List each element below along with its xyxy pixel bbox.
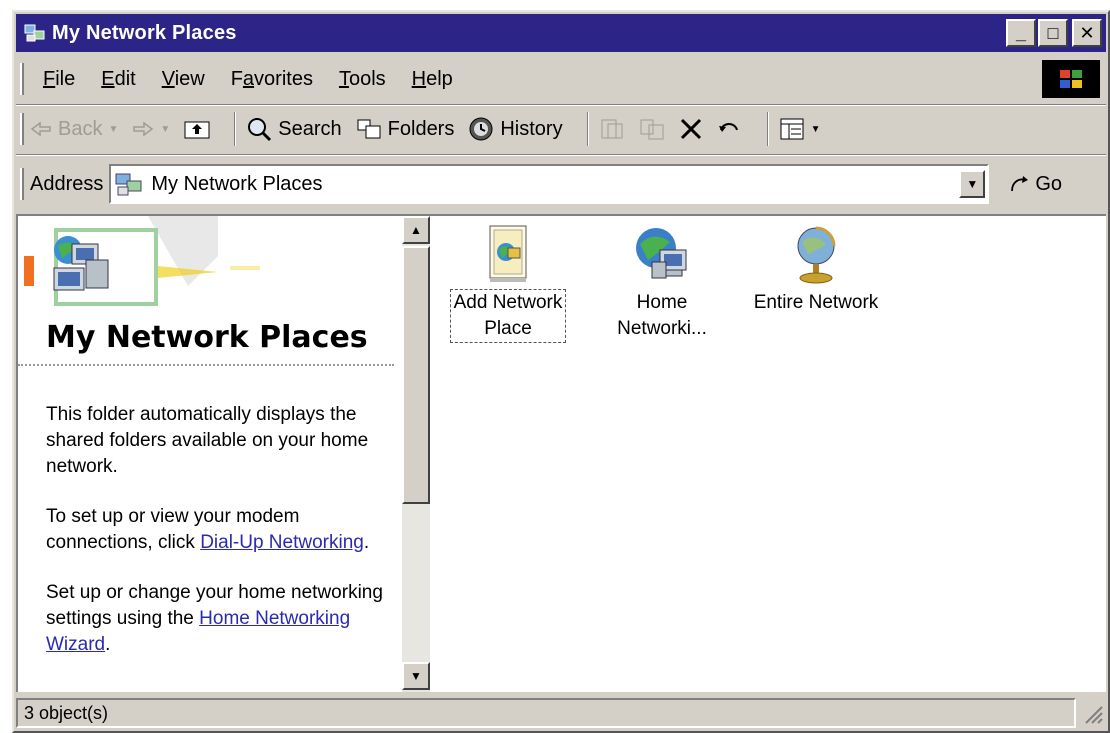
folders-icon [357,119,381,139]
item-label-line: Home [636,292,688,313]
home-networking-item[interactable]: Home Networki... [592,222,732,342]
move-to-button[interactable] [599,117,625,141]
entire-network-label: Entire Network [751,290,882,316]
address-separator [16,154,1106,156]
menu-tools[interactable]: Tools [339,68,386,91]
standard-toolbar: Back ▼ ▼ Search Folders History ▼ [16,106,1106,152]
status-cell: 3 object(s) [16,698,1076,728]
item-label-line: Place [484,318,532,339]
delete-x-icon [680,118,701,140]
item-label-line: Entire Network [753,292,879,313]
dial-up-networking-link[interactable]: Dial-Up Networking [200,532,364,553]
search-icon [248,118,272,142]
windows-flag-icon [1060,70,1082,88]
content-area: My Network Places This folder automatica… [16,214,1106,692]
copy-to-icon [640,119,664,140]
folders-button[interactable]: Folders [356,117,455,141]
toolbar-divider [234,112,237,146]
file-list-pane: Add Network Place Home Networki... Entir… [432,216,1106,692]
menu-grip[interactable] [20,63,24,95]
address-dropdown-button[interactable]: ▼ [959,170,986,198]
home-network-icon [636,228,687,279]
title-bar[interactable]: My Network Places _ □ ✕ [16,14,1106,52]
history-icon [469,117,493,141]
add-network-place-item[interactable]: Add Network Place [438,222,578,343]
pane-text-span: . [105,634,111,655]
back-button[interactable]: Back ▼ [30,118,118,141]
resize-grip-icon[interactable] [1080,701,1104,725]
menu-file[interactable]: File [43,68,75,91]
pane-text-span: . [363,532,370,553]
add-network-place-icon [489,225,527,282]
window-title: My Network Places [52,21,237,44]
undo-icon [718,123,738,132]
add-network-place-label: Add Network Place [449,289,567,343]
pane-paragraph: Set up or change your home networking se… [46,580,386,658]
back-label: Back [58,117,103,140]
go-label: Go [1035,172,1063,195]
explorer-window: My Network Places _ □ ✕ File Edit View F… [12,10,1110,733]
forward-button[interactable]: ▼ [132,121,170,137]
pane-description: This folder automatically displays the s… [46,402,386,682]
close-button[interactable]: ✕ [1072,19,1102,47]
go-button[interactable]: Go [1009,173,1062,196]
forward-dropdown-icon[interactable]: ▼ [160,124,170,135]
pane-paragraph: To set up or view your modem connections… [46,504,386,556]
back-arrow-icon [30,121,51,137]
item-label-line: Networki... [617,318,707,339]
status-text: 3 object(s) [24,702,109,723]
network-places-icon [115,173,142,196]
pane-divider [18,364,394,366]
undo-button[interactable] [717,118,743,140]
history-button[interactable]: History [468,116,563,142]
back-dropdown-icon[interactable]: ▼ [108,124,118,135]
toolbar-grip[interactable] [20,113,24,145]
scroll-thumb[interactable] [402,246,430,504]
views-button[interactable]: ▼ [779,117,821,141]
scroll-up-button[interactable]: ▲ [402,216,430,244]
menu-bar: File Edit View Favorites Tools Help [16,56,1106,102]
address-grip[interactable] [20,168,24,200]
address-field[interactable]: My Network Places ▼ [109,164,990,204]
move-to-icon [601,119,623,139]
entire-network-item[interactable]: Entire Network [736,222,896,316]
window-controls: _ □ ✕ [1006,19,1102,47]
address-label: Address [30,172,104,195]
folders-label: Folders [387,117,455,140]
address-bar: Address My Network Places ▼ Go [16,158,1106,210]
menu-help[interactable]: Help [412,68,453,91]
delete-button[interactable] [679,117,703,141]
up-button[interactable] [184,118,210,140]
toolbar-divider [586,112,589,146]
copy-to-button[interactable] [639,117,665,141]
toolbar-divider [766,112,769,146]
search-button[interactable]: Search [246,116,342,142]
views-icon [780,118,804,140]
history-label: History [500,117,563,140]
home-networking-label: Home Networki... [614,290,710,342]
entire-network-icon [797,226,836,284]
pane-title: My Network Places [46,320,368,355]
views-dropdown-icon[interactable]: ▼ [811,124,821,135]
menu-view[interactable]: View [162,68,205,91]
status-bar: 3 object(s) [16,696,1106,730]
windows-logo-throbber [1042,60,1100,98]
address-value: My Network Places [151,172,323,195]
info-pane: My Network Places This folder automatica… [18,216,402,692]
maximize-button[interactable]: □ [1038,19,1068,47]
pane-paragraph: This folder automatically displays the s… [46,404,369,477]
scroll-down-button[interactable]: ▼ [402,662,430,690]
menu-edit[interactable]: Edit [101,68,135,91]
item-label-line: Add Network [453,292,563,313]
forward-arrow-icon [133,121,154,137]
minimize-button[interactable]: _ [1006,19,1036,47]
search-label: Search [278,117,342,140]
vertical-scrollbar[interactable]: ▲ ▼ [402,216,430,692]
up-folder-icon [184,121,210,139]
menu-favorites[interactable]: Favorites [231,68,313,91]
network-places-icon [24,24,45,42]
go-arrow-icon [1011,176,1029,192]
